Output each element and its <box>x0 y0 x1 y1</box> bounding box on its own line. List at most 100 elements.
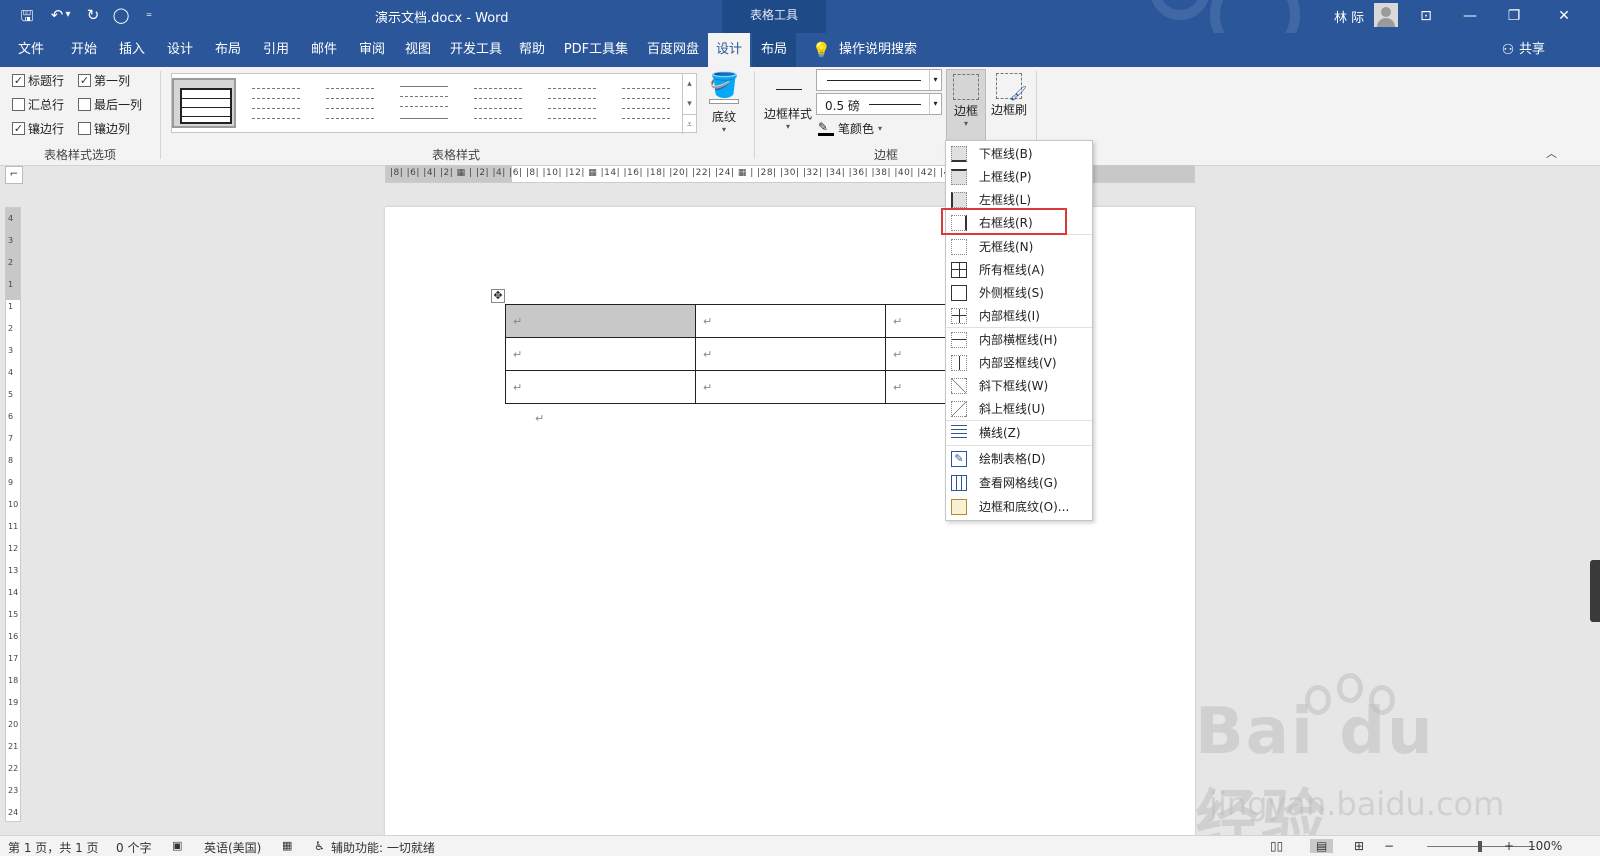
menu-item-inside-vertical-border[interactable]: 内部竖框线(V) <box>946 351 1092 374</box>
tab-review[interactable]: 审阅 <box>350 33 394 67</box>
menu-item-all-borders[interactable]: 所有框线(A) <box>946 258 1092 281</box>
restore-icon[interactable]: ❐ <box>1500 4 1528 28</box>
customize-qat-icon[interactable]: ₌ <box>138 6 160 20</box>
menu-item-borders-and-shading[interactable]: 边框和底纹(O)... <box>946 495 1092 518</box>
touch-mode-icon[interactable]: ◯ <box>110 6 132 24</box>
tab-insert[interactable]: 插入 <box>110 33 154 67</box>
line-style-dropdown[interactable]: ▾ <box>816 69 942 91</box>
gallery-scroll-down-icon[interactable]: ▾ <box>682 94 696 114</box>
minimize-icon[interactable]: — <box>1456 4 1484 28</box>
page-count[interactable]: 第 1 页，共 1 页 <box>8 839 99 856</box>
menu-item-diagonal-up-border[interactable]: 斜上框线(U) <box>946 397 1092 420</box>
checkbox-total-row[interactable]: 汇总行 <box>12 96 64 113</box>
zoom-in-button[interactable]: + <box>1504 839 1514 853</box>
menu-item-no-border[interactable]: 无框线(N) <box>946 235 1092 258</box>
checkbox-label: 镶边行 <box>28 122 65 136</box>
border-styles-button[interactable]: 边框样式 ▾ <box>762 71 814 141</box>
proofing-icon[interactable]: ▣ <box>172 839 182 852</box>
macro-icon[interactable]: ▦ <box>282 839 292 852</box>
vertical-ruler-number: 7 <box>8 434 14 443</box>
tab-table-design[interactable]: 设计 <box>708 33 750 67</box>
tab-file[interactable]: 文件 <box>10 33 52 67</box>
close-icon[interactable]: ✕ <box>1550 4 1578 28</box>
checkbox-banded-rows[interactable]: ✓ 镶边行 <box>12 120 64 137</box>
tab-developer[interactable]: 开发工具 <box>444 33 508 67</box>
tab-help[interactable]: 帮助 <box>510 33 554 67</box>
vertical-ruler-number: 4 <box>8 368 14 377</box>
table-style-option[interactable] <box>540 78 604 128</box>
checkbox-first-column[interactable]: ✓ 第一列 <box>78 72 130 89</box>
tab-baidu-netdisk[interactable]: 百度网盘 <box>638 33 708 67</box>
avatar[interactable] <box>1374 3 1398 27</box>
tab-references[interactable]: 引用 <box>254 33 298 67</box>
language[interactable]: 英语(美国) <box>204 839 261 856</box>
table-cell[interactable]: ↵ <box>505 337 696 371</box>
shading-button[interactable]: 🪣 底纹 ▾ <box>704 71 744 143</box>
line-weight-dropdown[interactable]: 0.5 磅 ▾ <box>816 93 942 115</box>
pen-color-button[interactable]: ✎ 笔颜色 ▾ <box>818 119 882 137</box>
menu-item-outside-borders[interactable]: 外侧框线(S) <box>946 281 1092 304</box>
tab-layout[interactable]: 布局 <box>206 33 250 67</box>
menu-item-inside-borders[interactable]: 内部框线(I) <box>946 304 1092 327</box>
group-label-table-styles: 表格样式 <box>431 148 480 162</box>
checkbox-header-row[interactable]: ✓ 标题行 <box>12 72 64 89</box>
check-icon: ✓ <box>12 74 25 87</box>
vertical-ruler[interactable]: 4 3 2 1 1 2 3 4 5 6 7 8 9 10 11 12 13 14 15 16 17 18 19 20 21 22 2… <box>5 207 21 822</box>
table-cell[interactable]: ↵ <box>695 304 886 338</box>
table-style-grid[interactable] <box>172 78 236 128</box>
collapse-ribbon-icon[interactable]: ︿ <box>1546 145 1557 161</box>
tab-design[interactable]: 设计 <box>158 33 202 67</box>
ribbon-display-options-icon[interactable]: ⊡ <box>1412 4 1440 28</box>
accessibility-status[interactable]: 辅助功能: 一切就绪 <box>331 839 435 856</box>
tab-home[interactable]: 开始 <box>62 33 106 67</box>
gallery-scroll-up-icon[interactable]: ▴ <box>682 74 696 94</box>
save-icon[interactable]: 🖫 <box>16 6 38 31</box>
print-layout-icon[interactable]: ▤ <box>1310 839 1334 853</box>
borders-button[interactable]: 边框 ▾ <box>946 69 986 141</box>
inside-vertical-border-icon <box>951 354 967 371</box>
gallery-more-icon[interactable]: ⩡ <box>682 114 696 134</box>
tab-selector[interactable]: ⌐ <box>5 166 23 184</box>
table-style-option[interactable] <box>318 78 382 128</box>
tab-pdf-tools[interactable]: PDF工具集 <box>558 33 634 67</box>
tell-me-search[interactable]: 操作说明搜索 <box>836 33 920 67</box>
menu-item-diagonal-down-border[interactable]: 斜下框线(W) <box>946 374 1092 397</box>
zoom-out-button[interactable]: − <box>1384 839 1394 853</box>
table-cell[interactable]: ↵ <box>505 370 696 404</box>
border-painter-button[interactable]: 🖌 边框刷 <box>988 69 1030 129</box>
vertical-ruler-number: 18 <box>8 676 19 685</box>
side-widget[interactable] <box>1590 560 1600 622</box>
table-style-option[interactable] <box>614 78 678 128</box>
table-style-option[interactable] <box>392 78 456 128</box>
tab-view[interactable]: 视图 <box>396 33 440 67</box>
vertical-ruler-number: 9 <box>8 478 14 487</box>
user-name[interactable]: 林 际 <box>1334 7 1364 26</box>
vertical-ruler-number: 1 <box>8 302 14 311</box>
table-tools-header: 表格工具 <box>722 0 826 33</box>
table-style-option[interactable] <box>466 78 530 128</box>
menu-item-draw-table[interactable]: ✎ 绘制表格(D) <box>946 447 1092 470</box>
table-style-option[interactable] <box>244 78 308 128</box>
tab-mailings[interactable]: 邮件 <box>302 33 346 67</box>
tab-table-layout[interactable]: 布局 <box>752 33 796 67</box>
pen-color-icon: ✎ <box>818 120 834 136</box>
read-mode-icon[interactable]: ▯▯ <box>1270 839 1283 853</box>
share-button[interactable]: 共享 <box>1516 33 1548 67</box>
checkbox-last-column[interactable]: 最后一列 <box>78 96 142 113</box>
menu-item-view-gridlines[interactable]: 查看网格线(G) <box>946 471 1092 494</box>
menu-item-top-border[interactable]: 上框线(P) <box>946 165 1092 188</box>
menu-item-inside-horizontal-border[interactable]: 内部横框线(H) <box>946 328 1092 351</box>
checkbox-banded-columns[interactable]: 镶边列 <box>78 120 130 137</box>
table-cell[interactable]: ↵ <box>695 337 886 371</box>
zoom-slider-thumb[interactable] <box>1478 841 1482 852</box>
redo-icon[interactable]: ↻ <box>82 6 104 24</box>
zoom-level[interactable]: 100% <box>1528 839 1562 853</box>
web-layout-icon[interactable]: ⊞ <box>1354 839 1364 853</box>
table-cell[interactable]: ↵ <box>695 370 886 404</box>
word-count[interactable]: 0 个字 <box>116 839 151 856</box>
menu-item-horizontal-line[interactable]: 横线(Z) <box>946 421 1092 444</box>
menu-item-bottom-border[interactable]: 下框线(B) <box>946 142 1092 165</box>
table-cell[interactable]: ↵ <box>505 304 696 338</box>
table-move-handle-icon[interactable]: ✥ <box>491 289 505 303</box>
undo-dropdown-icon[interactable]: ▾ <box>62 9 74 20</box>
